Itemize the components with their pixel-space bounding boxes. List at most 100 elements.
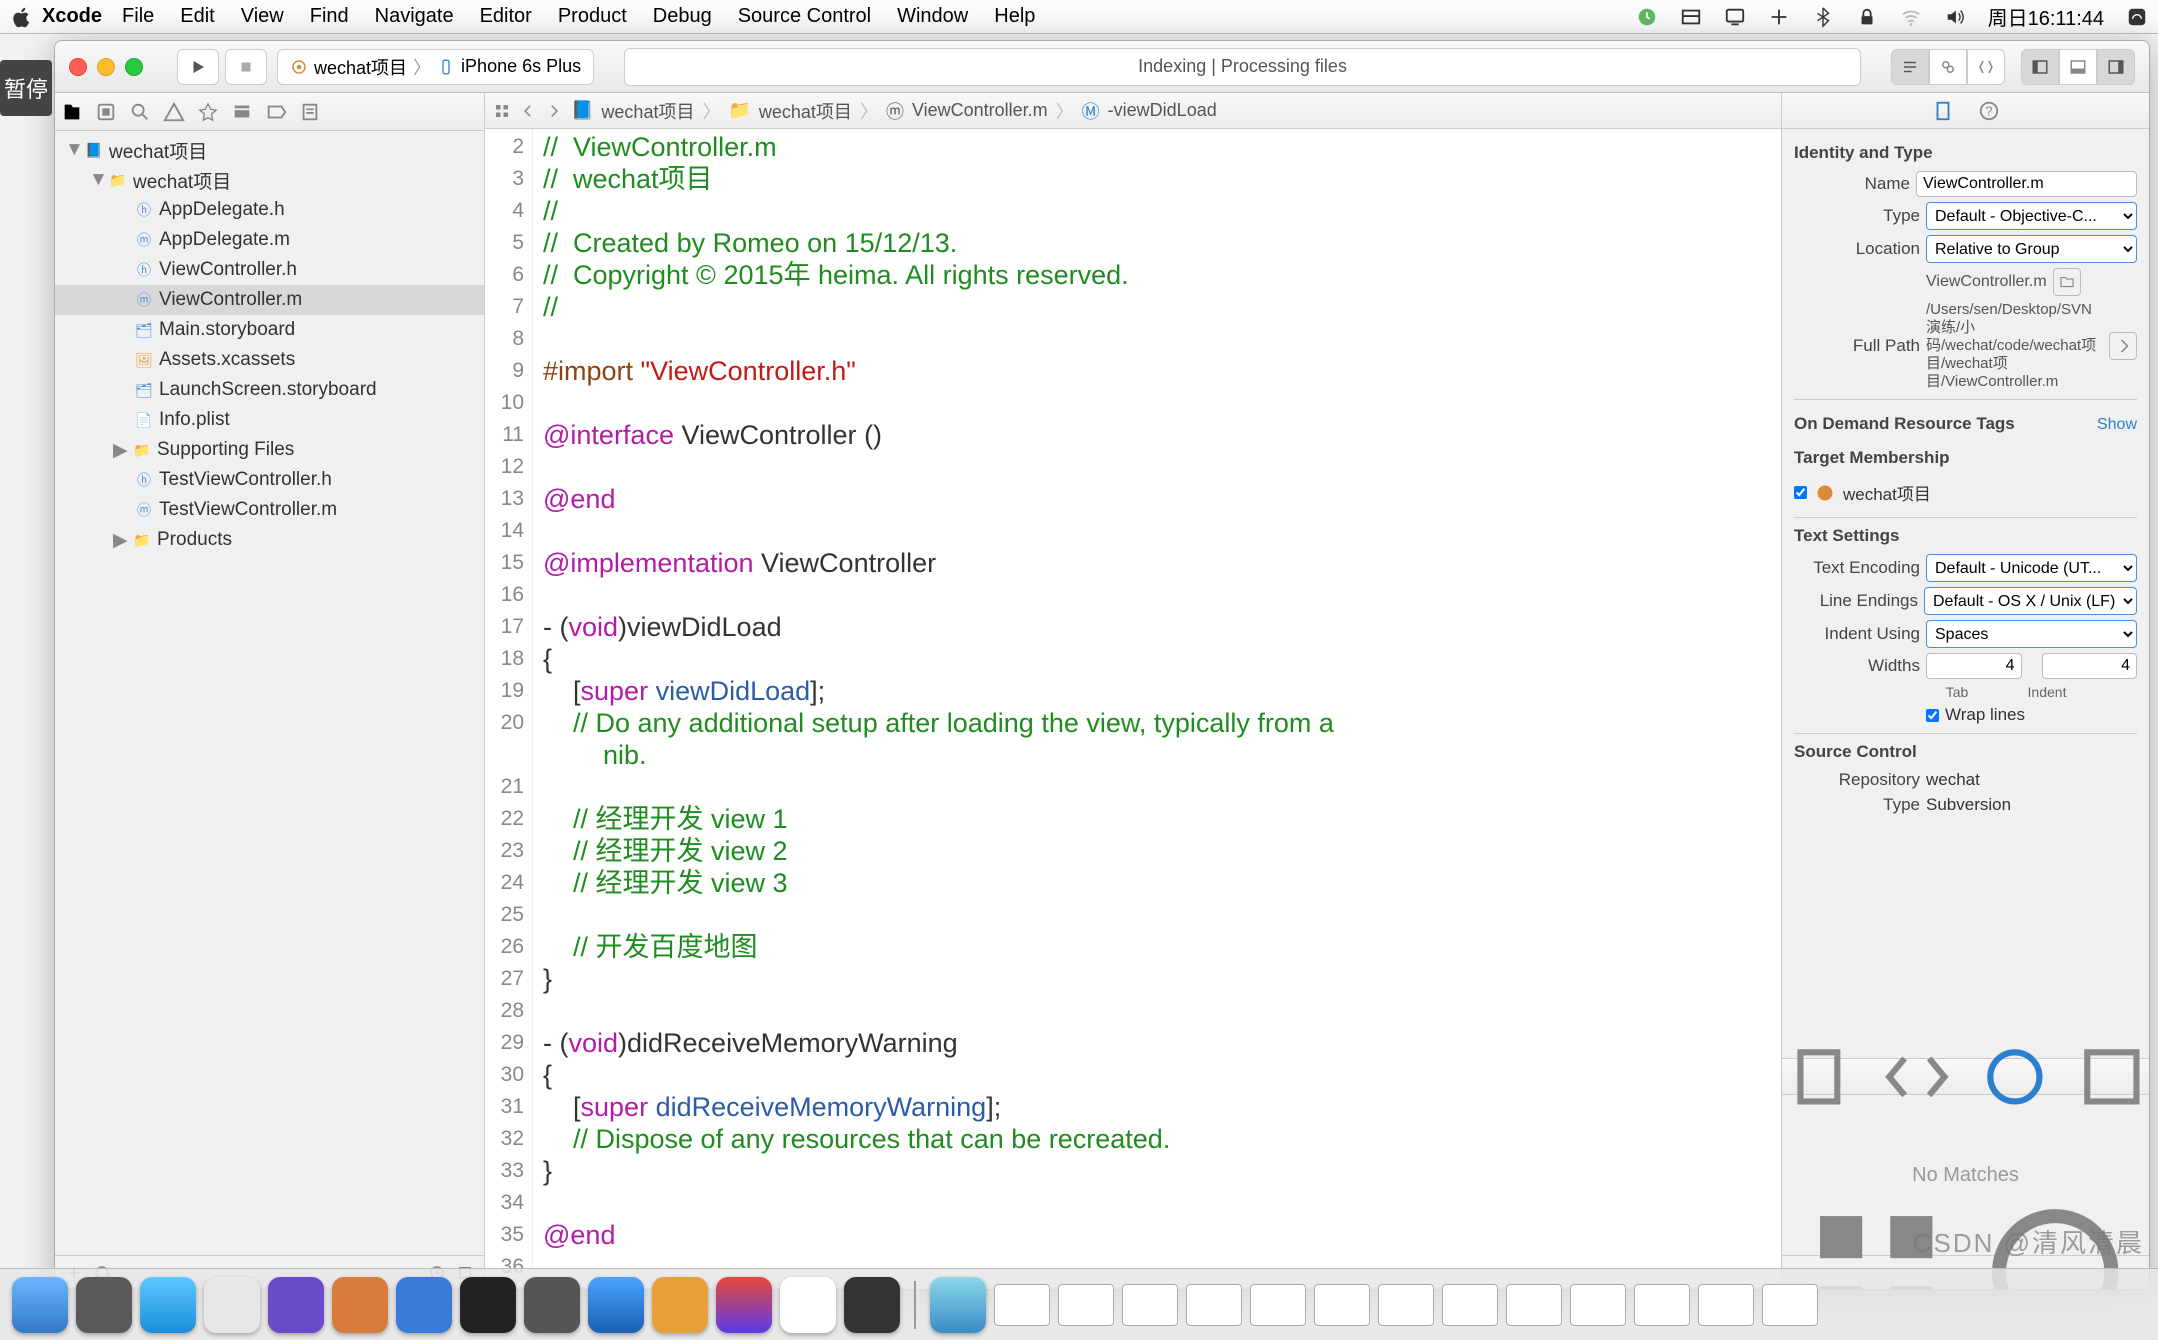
tree-file[interactable]: 📄Info.plist (55, 405, 484, 435)
tree-file[interactable]: ⓗAppDelegate.h (55, 195, 484, 225)
lock-icon[interactable] (1856, 6, 1878, 28)
menu-find[interactable]: Find (310, 5, 349, 28)
dock-minimized[interactable] (1058, 1284, 1114, 1326)
menu-editor[interactable]: Editor (480, 5, 532, 28)
issue-navigator-icon[interactable] (163, 101, 185, 123)
tree-file[interactable]: ⓜAppDelegate.m (55, 225, 484, 255)
tree-supporting[interactable]: ▶📁Supporting Files (55, 435, 484, 465)
dock-xcode[interactable] (588, 1277, 644, 1333)
choose-folder-icon[interactable] (2053, 268, 2081, 296)
show-link[interactable]: Show (2097, 416, 2137, 434)
search-navigator-icon[interactable] (129, 101, 151, 123)
jump-bar[interactable]: 📘wechat项目〉 📁wechat项目〉 ⓜViewController.m〉… (485, 93, 1781, 129)
tree-file-selected[interactable]: ⓜViewController.m (55, 285, 484, 315)
dock-app[interactable] (930, 1277, 986, 1333)
dock-minimized[interactable] (1314, 1284, 1370, 1326)
clock[interactable]: 周日16:11:44 (1988, 2, 2104, 31)
object-library-icon[interactable] (1978, 1040, 2052, 1114)
dock-minimized[interactable] (1186, 1284, 1242, 1326)
breakpoint-navigator-icon[interactable] (265, 101, 287, 123)
debug-navigator-icon[interactable] (231, 101, 253, 123)
time-machine-icon[interactable] (1636, 6, 1658, 28)
standard-editor-button[interactable] (1891, 49, 1929, 85)
project-navigator-icon[interactable] (61, 101, 83, 123)
code-snippet-icon[interactable] (1880, 1040, 1954, 1114)
project-tree[interactable]: ▼📘wechat项目 ▼📁wechat项目 ⓗAppDelegate.h ⓜAp… (55, 131, 484, 1255)
dock-minimized[interactable] (1570, 1284, 1626, 1326)
tree-group[interactable]: ▼📁wechat项目 (55, 165, 484, 195)
dock-app[interactable] (780, 1277, 836, 1333)
toggle-navigator-button[interactable] (2021, 49, 2059, 85)
help-inspector-icon[interactable]: ? (1978, 100, 2000, 122)
menu-source-control[interactable]: Source Control (738, 5, 871, 28)
volume-icon[interactable] (1944, 6, 1966, 28)
dock-minimized[interactable] (1506, 1284, 1562, 1326)
encoding-select[interactable]: Default - Unicode (UT... (1926, 554, 2137, 582)
version-editor-button[interactable] (1967, 49, 2005, 85)
dock-minimized[interactable] (1634, 1284, 1690, 1326)
tree-file[interactable]: 🗂Main.storyboard (55, 315, 484, 345)
location-select[interactable]: Relative to Group (1926, 235, 2137, 263)
dock-sketch[interactable] (652, 1277, 708, 1333)
dock-app[interactable] (716, 1277, 772, 1333)
wrap-checkbox[interactable] (1926, 709, 1939, 722)
app-name[interactable]: Xcode (42, 5, 102, 28)
report-navigator-icon[interactable] (299, 101, 321, 123)
tree-file[interactable]: 🖼Assets.xcassets (55, 345, 484, 375)
back-icon[interactable] (519, 102, 537, 120)
dock-safari[interactable] (140, 1277, 196, 1333)
dock-app[interactable] (204, 1277, 260, 1333)
tree-file[interactable]: 🗂LaunchScreen.storyboard (55, 375, 484, 405)
close-button[interactable] (69, 58, 87, 76)
dock-settings[interactable] (524, 1277, 580, 1333)
test-navigator-icon[interactable] (197, 101, 219, 123)
plus-icon[interactable] (1768, 6, 1790, 28)
zoom-button[interactable] (125, 58, 143, 76)
source-text[interactable]: // ViewController.m// wechat项目//// Creat… (533, 129, 1781, 1289)
dock-launchpad[interactable] (76, 1277, 132, 1333)
assistant-editor-button[interactable] (1929, 49, 1967, 85)
dock-app[interactable] (844, 1277, 900, 1333)
menu-edit[interactable]: Edit (180, 5, 214, 28)
dock-app[interactable] (268, 1277, 324, 1333)
dock-minimized[interactable] (1762, 1284, 1818, 1326)
dock-finder[interactable] (12, 1277, 68, 1333)
media-library-icon[interactable] (2075, 1040, 2149, 1114)
type-select[interactable]: Default - Objective-C... (1926, 202, 2137, 230)
dock-minimized[interactable] (1378, 1284, 1434, 1326)
bluetooth-icon[interactable] (1812, 6, 1834, 28)
toggle-inspector-button[interactable] (2097, 49, 2135, 85)
tree-file[interactable]: ⓗTestViewController.h (55, 465, 484, 495)
lineend-select[interactable]: Default - OS X / Unix (LF) (1924, 587, 2137, 615)
menu-product[interactable]: Product (558, 5, 627, 28)
source-editor[interactable]: 2345678910111213141516171819202122232425… (485, 129, 1781, 1289)
tree-products[interactable]: ▶📁Products (55, 525, 484, 555)
layout-icon[interactable] (1680, 6, 1702, 28)
tab-width-field[interactable] (1926, 653, 2022, 679)
file-inspector-icon[interactable] (1932, 100, 1954, 122)
target-checkbox[interactable] (1794, 486, 1807, 499)
dock-minimized[interactable] (1698, 1284, 1754, 1326)
menu-file[interactable]: File (122, 5, 154, 28)
run-button[interactable] (177, 49, 219, 85)
siri-icon[interactable] (2126, 6, 2148, 28)
menu-view[interactable]: View (241, 5, 284, 28)
tree-project-root[interactable]: ▼📘wechat项目 (55, 135, 484, 165)
file-template-icon[interactable] (1782, 1040, 1856, 1114)
pause-overlay[interactable]: 暂停 (0, 60, 52, 116)
minimize-button[interactable] (97, 58, 115, 76)
menu-navigate[interactable]: Navigate (375, 5, 454, 28)
scheme-selector[interactable]: wechat项目 〉 iPhone 6s Plus (277, 49, 594, 85)
dock-minimized[interactable] (1122, 1284, 1178, 1326)
dock-minimized[interactable] (994, 1284, 1050, 1326)
name-field[interactable] (1916, 171, 2137, 197)
tree-file[interactable]: ⓜTestViewController.m (55, 495, 484, 525)
forward-icon[interactable] (545, 102, 563, 120)
dock-minimized[interactable] (1250, 1284, 1306, 1326)
dock-terminal[interactable] (460, 1277, 516, 1333)
indent-width-field[interactable] (2042, 653, 2138, 679)
dock-app[interactable] (396, 1277, 452, 1333)
indent-select[interactable]: Spaces (1926, 620, 2137, 648)
menu-window[interactable]: Window (897, 5, 968, 28)
screen-icon[interactable] (1724, 6, 1746, 28)
